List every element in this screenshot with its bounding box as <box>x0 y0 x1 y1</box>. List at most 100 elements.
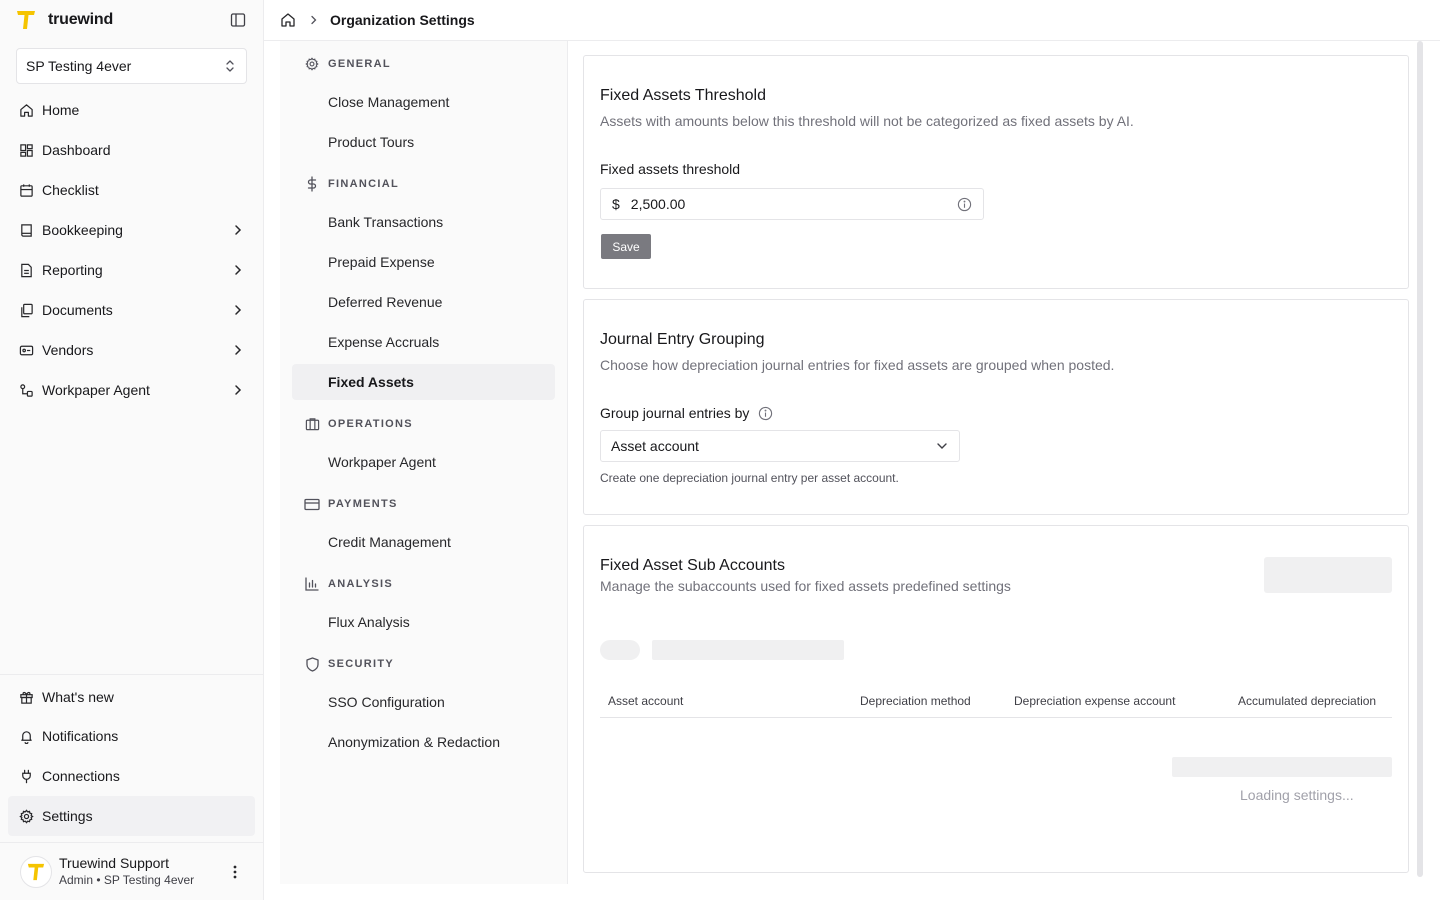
settings-item-workpaper-agent[interactable]: Workpaper Agent <box>292 444 555 480</box>
sidebar-item-label: What's new <box>42 689 114 705</box>
sidebar-item-label: Dashboard <box>42 142 111 158</box>
main-nav: Home Dashboard Checklist Bookkeeping Rep… <box>8 90 255 410</box>
shield-icon <box>304 656 320 672</box>
chevron-right-icon <box>231 223 245 237</box>
sidebar-item-home[interactable]: Home <box>8 90 255 130</box>
selected-value: Asset account <box>611 438 699 454</box>
avatar <box>20 855 52 888</box>
section-general: GENERAL <box>304 56 391 72</box>
chevron-right-icon <box>231 303 245 317</box>
home-icon[interactable] <box>280 12 296 28</box>
group-by-select[interactable]: Asset account <box>600 430 960 462</box>
sidebar-toggle-icon[interactable] <box>229 11 247 29</box>
more-vertical-icon[interactable] <box>227 862 243 882</box>
chevron-right-icon <box>231 383 245 397</box>
user-name: Truewind Support <box>59 855 169 871</box>
sidebar-item-whats-new[interactable]: What's new <box>8 678 255 716</box>
sidebar-item-label: Reporting <box>42 262 103 278</box>
skeleton-toggle <box>600 640 640 660</box>
threshold-input[interactable]: $ 2,500.00 <box>600 188 984 220</box>
sidebar-item-dashboard[interactable]: Dashboard <box>8 130 255 170</box>
section-label: FINANCIAL <box>328 178 399 190</box>
user-role: Admin • SP Testing 4ever <box>59 873 195 887</box>
settings-item-fixed-assets[interactable]: Fixed Assets <box>292 364 555 400</box>
settings-item-deferred-revenue[interactable]: Deferred Revenue <box>292 284 555 320</box>
sidebar-item-label: Settings <box>42 808 93 824</box>
calendar-icon <box>18 182 34 198</box>
card-title: Fixed Assets Threshold <box>600 87 767 104</box>
sidebar-item-notifications[interactable]: Notifications <box>8 716 255 756</box>
gift-icon <box>18 689 34 705</box>
section-label: GENERAL <box>328 58 391 70</box>
book-icon <box>18 222 34 238</box>
section-payments: PAYMENTS <box>304 496 398 512</box>
section-label: OPERATIONS <box>328 418 413 430</box>
settings-item-credit-management[interactable]: Credit Management <box>292 524 555 560</box>
settings-item-close-management[interactable]: Close Management <box>292 84 555 120</box>
sidebar-item-label: Vendors <box>42 342 94 358</box>
settings-item-expense-accruals[interactable]: Expense Accruals <box>292 324 555 360</box>
sidebar-item-reporting[interactable]: Reporting <box>8 250 255 290</box>
chevron-right-icon <box>231 263 245 277</box>
card-description: Manage the subaccounts used for fixed as… <box>600 578 1011 594</box>
sidebar-item-documents[interactable]: Documents <box>8 290 255 330</box>
column-header: Asset account <box>608 694 684 708</box>
sidebar-item-label: Home <box>42 102 80 118</box>
brand-name: truewind <box>48 11 114 28</box>
settings-item-prepaid-expense[interactable]: Prepaid Expense <box>292 244 555 280</box>
sidebar-item-bookkeeping[interactable]: Bookkeeping <box>8 210 255 250</box>
card-description: Assets with amounts below this threshold… <box>600 113 1134 129</box>
user-info: Truewind Support Admin • SP Testing 4eve… <box>59 855 227 888</box>
sidebar-bottom-nav: What's new Notifications Connections Set… <box>0 674 263 836</box>
info-icon[interactable] <box>758 406 773 421</box>
card-description: Choose how depreciation journal entries … <box>600 357 1115 373</box>
org-switcher[interactable]: SP Testing 4ever <box>16 48 247 84</box>
currency-symbol: $ <box>612 196 620 212</box>
subaccounts-card: Fixed Asset Sub Accounts Manage the suba… <box>583 525 1409 873</box>
card-title: Fixed Asset Sub Accounts <box>600 557 785 574</box>
settings-item-bank-transactions[interactable]: Bank Transactions <box>292 204 555 240</box>
main-content: Fixed Assets Threshold Assets with amoun… <box>568 41 1440 900</box>
info-icon[interactable] <box>956 196 972 212</box>
section-security: SECURITY <box>304 656 394 672</box>
user-card[interactable]: Truewind Support Admin • SP Testing 4eve… <box>0 842 263 900</box>
sidebar-item-connections[interactable]: Connections <box>8 756 255 796</box>
field-label: Fixed assets threshold <box>600 161 741 177</box>
scrollbar[interactable] <box>1417 41 1423 877</box>
org-name: SP Testing 4ever <box>26 58 132 74</box>
bar-chart-icon <box>304 576 320 592</box>
column-header: Depreciation method <box>860 694 971 708</box>
sidebar: truewind SP Testing 4ever Home Dashboard… <box>0 0 264 900</box>
home-icon <box>18 102 34 118</box>
settings-item-flux-analysis[interactable]: Flux Analysis <box>292 604 555 640</box>
threshold-value[interactable]: 2,500.00 <box>631 196 956 212</box>
threshold-card: Fixed Assets Threshold Assets with amoun… <box>583 55 1409 289</box>
settings-item-anonymization-redaction[interactable]: Anonymization & Redaction <box>292 724 555 760</box>
gear-icon <box>18 808 34 824</box>
briefcase-icon <box>304 416 320 432</box>
section-label: PAYMENTS <box>328 498 398 510</box>
settings-item-product-tours[interactable]: Product Tours <box>292 124 555 160</box>
table-header: Asset account Depreciation method Deprec… <box>600 682 1392 718</box>
page-title: Organization Settings <box>330 12 475 28</box>
chevron-down-icon <box>937 443 947 449</box>
section-analysis: ANALYSIS <box>304 576 393 592</box>
sidebar-item-vendors[interactable]: Vendors <box>8 330 255 370</box>
brand[interactable]: truewind <box>16 8 113 32</box>
sidebar-item-label: Checklist <box>42 182 99 198</box>
save-button[interactable]: Save <box>601 234 651 259</box>
sidebar-item-settings[interactable]: Settings <box>8 796 255 836</box>
skeleton-button <box>1264 557 1392 593</box>
sidebar-item-workpaper-agent[interactable]: Workpaper Agent <box>8 370 255 410</box>
truewind-logo-icon <box>27 863 45 880</box>
settings-nav: GENERAL Close Management Product Tours F… <box>280 41 568 884</box>
field-label-text: Group journal entries by <box>600 405 750 421</box>
settings-item-sso-configuration[interactable]: SSO Configuration <box>292 684 555 720</box>
sidebar-item-checklist[interactable]: Checklist <box>8 170 255 210</box>
section-label: ANALYSIS <box>328 578 394 590</box>
sidebar-item-label: Bookkeeping <box>42 222 123 238</box>
helper-text: Create one depreciation journal entry pe… <box>600 471 899 485</box>
loading-text: Loading settings... <box>1240 787 1354 803</box>
bell-icon <box>18 728 34 744</box>
column-header: Accumulated depreciation <box>1238 694 1377 708</box>
